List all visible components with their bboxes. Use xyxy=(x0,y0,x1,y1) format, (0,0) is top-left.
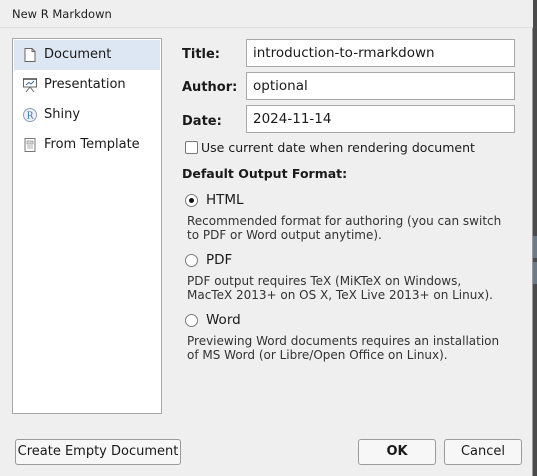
sidebar-item-label: Presentation xyxy=(44,77,126,92)
new-r-markdown-dialog: New R Markdown Document Presentation R S… xyxy=(0,0,533,476)
date-label: Date: xyxy=(182,114,222,129)
document-icon xyxy=(24,48,36,62)
word-radio[interactable] xyxy=(185,314,198,327)
title-input[interactable] xyxy=(246,39,515,67)
background-window-edge xyxy=(533,236,537,258)
pdf-radio-label: PDF xyxy=(206,252,233,268)
html-radio[interactable] xyxy=(185,194,198,207)
presentation-icon xyxy=(23,78,37,93)
html-radio-label: HTML xyxy=(206,192,244,208)
output-format-heading: Default Output Format: xyxy=(182,166,348,181)
background-window-edge xyxy=(533,262,537,284)
template-icon xyxy=(24,138,36,152)
sidebar-item-document[interactable]: Document xyxy=(14,40,160,70)
word-description-line: of MS Word (or Libre/Open Office on Linu… xyxy=(187,348,448,362)
dialog-titlebar: New R Markdown xyxy=(0,0,533,28)
sidebar-item-label: Document xyxy=(44,47,112,62)
create-empty-document-button[interactable]: Create Empty Document xyxy=(15,439,181,465)
pdf-description-line: MacTeX 2013+ on OS X, TeX Live 2013+ on … xyxy=(187,288,493,302)
word-description: Previewing Word documents requires an in… xyxy=(187,334,517,362)
svg-text:R: R xyxy=(27,112,34,122)
sidebar-item-label: Shiny xyxy=(44,107,81,122)
author-label: Author: xyxy=(182,80,238,95)
html-description: Recommended format for authoring (you ca… xyxy=(187,214,517,242)
cancel-button[interactable]: Cancel xyxy=(444,439,522,465)
use-current-date-checkbox[interactable] xyxy=(185,141,198,154)
title-label: Title: xyxy=(182,47,221,62)
html-description-line: Recommended format for authoring (you ca… xyxy=(187,214,502,228)
use-current-date-label: Use current date when rendering document xyxy=(201,140,475,155)
word-radio-label: Word xyxy=(206,312,241,328)
pdf-radio[interactable] xyxy=(185,254,198,267)
html-description-line: to PDF or Word output anytime). xyxy=(187,228,382,242)
sidebar-item-label: From Template xyxy=(44,137,140,152)
dialog-title: New R Markdown xyxy=(12,7,112,21)
shiny-r-icon: R xyxy=(23,108,37,122)
sidebar-item-presentation[interactable]: Presentation xyxy=(14,70,160,100)
sidebar-item-shiny[interactable]: R Shiny xyxy=(14,100,160,130)
author-input[interactable] xyxy=(246,72,515,100)
pdf-description: PDF output requires TeX (MiKTeX on Windo… xyxy=(187,274,517,302)
format-sidebar: Document Presentation R Shiny From Templ… xyxy=(12,38,162,414)
word-description-line: Previewing Word documents requires an in… xyxy=(187,334,500,348)
sidebar-item-from-template[interactable]: From Template xyxy=(14,130,160,160)
ok-button[interactable]: OK xyxy=(358,439,436,465)
pdf-description-line: PDF output requires TeX (MiKTeX on Windo… xyxy=(187,274,462,288)
date-input[interactable] xyxy=(246,105,515,133)
